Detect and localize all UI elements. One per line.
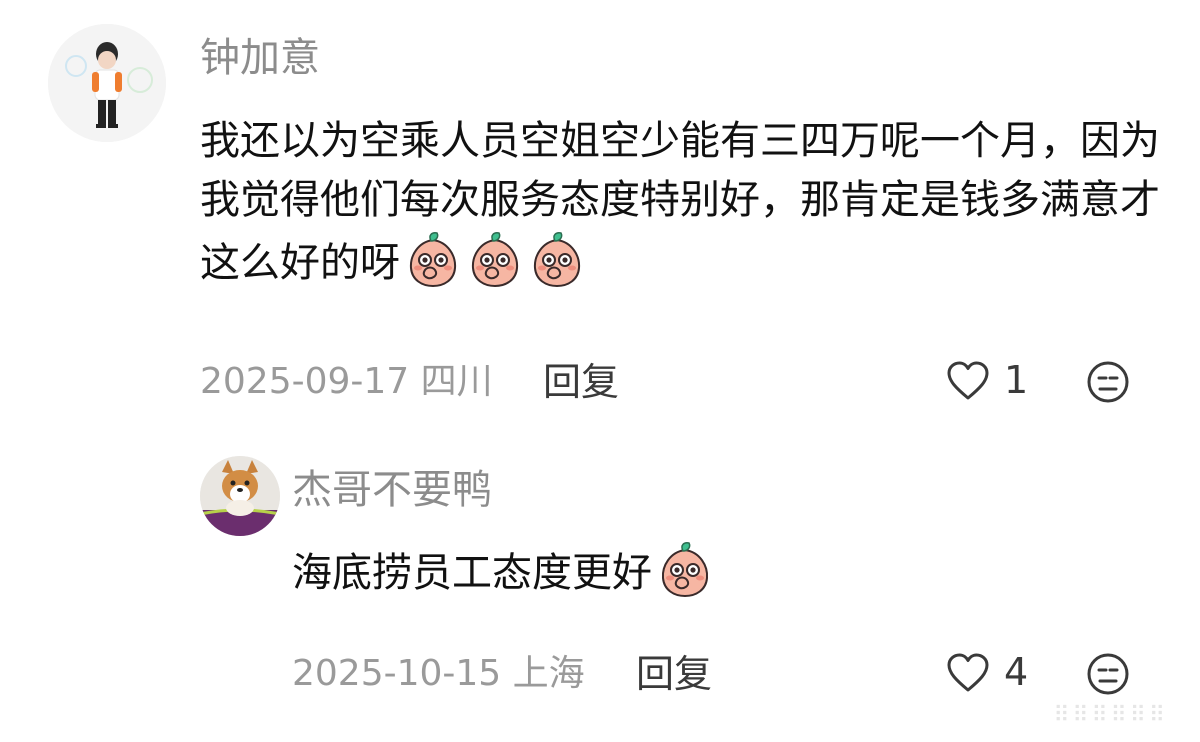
reply-date: 2025-10-15 [292, 653, 502, 694]
reply-emoji-group [652, 542, 714, 598]
peach-emoji-icon [466, 230, 524, 288]
reply-like-count: 4 [1004, 650, 1029, 694]
comment-emoji-group [400, 232, 586, 288]
watermark-dots: ⠿⠿⠿⠿⠿⠿ [1053, 703, 1168, 728]
peach-emoji-icon [404, 230, 462, 288]
comment-reply-button[interactable]: 回复 [543, 360, 619, 404]
comment-date: 2025-09-17 [200, 361, 410, 402]
reply-meta: 2025-10-15 上海 [292, 652, 585, 696]
comment-meta: 2025-09-17 四川 [200, 360, 493, 404]
comment-text-body: 我还以为空乘人员空姐空少能有三四万呢一个月，因为我觉得他们每次服务态度特别好，那… [200, 118, 1160, 286]
peach-emoji-icon [656, 540, 714, 598]
peach-emoji-icon [528, 230, 586, 288]
comment-text: 我还以为空乘人员空姐空少能有三四万呢一个月，因为我觉得他们每次服务态度特别好，那… [200, 112, 1160, 293]
heart-icon[interactable] [946, 652, 990, 694]
replier-avatar[interactable] [200, 456, 280, 536]
comment-location: 四川 [420, 361, 493, 402]
reply-reply-button[interactable]: 回复 [636, 652, 712, 696]
replier-username[interactable]: 杰哥不要鸭 [292, 466, 492, 514]
comment-like-count: 1 [1004, 358, 1029, 402]
commenter-avatar[interactable] [48, 24, 166, 142]
meh-face-icon[interactable] [1086, 360, 1130, 404]
commenter-username[interactable]: 钟加意 [200, 34, 320, 82]
reply-text-body: 海底捞员工态度更好 [292, 550, 652, 596]
reply-location: 上海 [512, 653, 585, 694]
reply-text: 海底捞员工态度更好 [292, 540, 1172, 603]
meh-face-icon[interactable] [1086, 652, 1130, 696]
heart-icon[interactable] [946, 360, 990, 402]
